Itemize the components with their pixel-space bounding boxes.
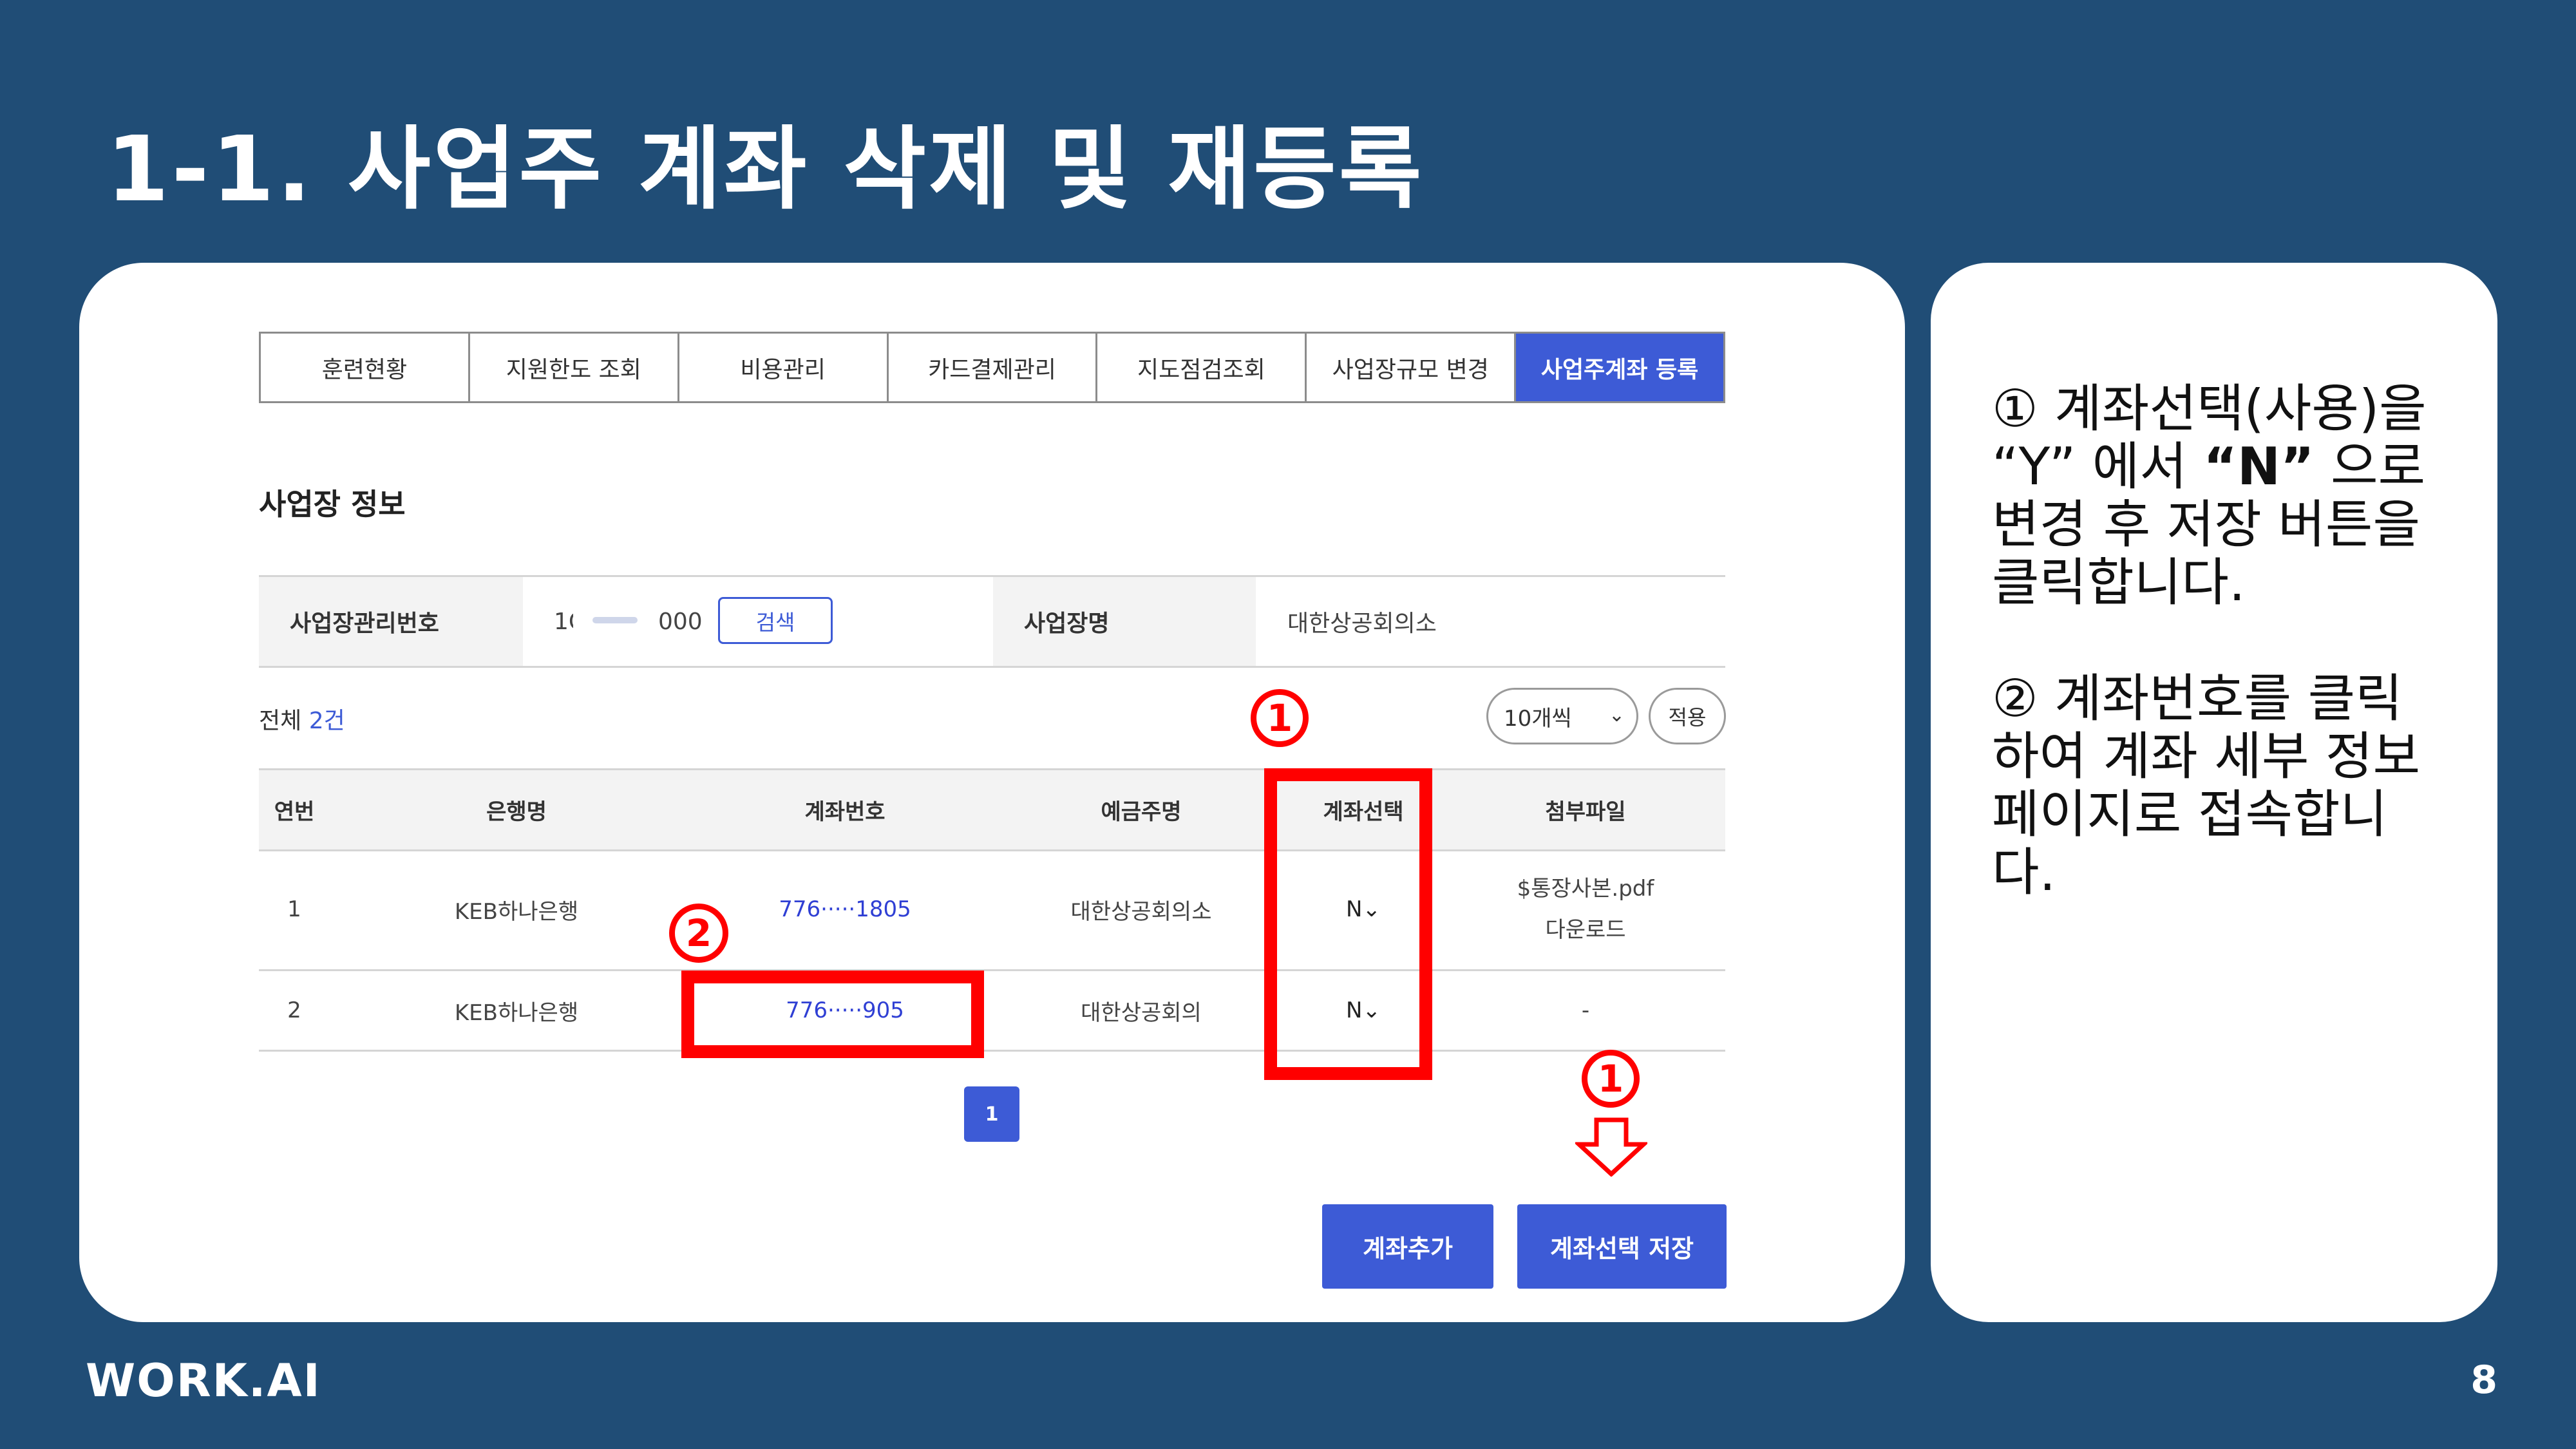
- highlight-account-number: [681, 971, 984, 1058]
- note2-line3: 페이지로 접속합니: [1992, 784, 2388, 844]
- download-link[interactable]: 다운로드: [1545, 909, 1625, 951]
- page-size-select[interactable]: 10개씩 ⌄: [1486, 688, 1638, 744]
- note1-line2a: “Y” 에서: [1992, 437, 2204, 497]
- note1-line1: ① 계좌선택(사용)을: [1992, 379, 2427, 439]
- attachment-file-name: $통장사본.pdf: [1517, 876, 1654, 902]
- header-holder: 예금주명: [1101, 799, 1182, 825]
- save-selection-button[interactable]: 계좌선택 저장: [1517, 1204, 1727, 1289]
- tab-employer-account[interactable]: 사업주계좌 등록: [1516, 334, 1724, 401]
- header-account: 계좌번호: [804, 799, 886, 825]
- account-number-link[interactable]: 776·····1805: [716, 849, 974, 969]
- page-size-value: 10개씩: [1504, 705, 1572, 732]
- brand-logo: WORK.AI: [86, 1354, 321, 1407]
- table-row: 1 KEB하나은행 776·····1805 대한상공회의소 N ⌄ $통장사본.…: [259, 849, 1725, 971]
- header-file: 첨부파일: [1545, 799, 1626, 825]
- row-bank: KEB하나은행: [454, 999, 579, 1026]
- note2-line2: 하여 계좌 세부 정보: [1992, 726, 2421, 786]
- tab-cost-management[interactable]: 비용관리: [679, 334, 889, 401]
- row-holder: 대한상공회의: [1081, 999, 1202, 1026]
- business-name-label: 사업장명: [993, 577, 1256, 666]
- tab-training-status[interactable]: 훈련현황: [261, 334, 470, 401]
- business-info-row: 사업장관리번호 1C 000 사업장명 대한상공회의소: [259, 575, 1725, 668]
- page-number: 8: [2470, 1358, 2497, 1403]
- apply-button[interactable]: 적용: [1649, 688, 1726, 744]
- note1-line4: 클릭합니다.: [1992, 553, 2246, 612]
- table-row: 2 KEB하나은행 776·····905 대한상공회의 N ⌄ -: [259, 971, 1725, 1052]
- row-no: 1: [287, 896, 301, 922]
- total-count: 전체 2건: [259, 702, 345, 735]
- header-no: 연번: [274, 799, 315, 825]
- note2-line1: ② 계좌번호를 클릭: [1992, 668, 2403, 728]
- search-button[interactable]: 검색: [718, 597, 833, 644]
- arrow-down-icon: [1575, 1117, 1647, 1177]
- marker-one: 1: [1251, 689, 1309, 747]
- note2-line4: 다.: [1992, 842, 2056, 902]
- note1-line2: “Y” 에서 “N” 으로: [1992, 438, 2468, 496]
- note1-line3: 변경 후 저장 버튼을: [1992, 495, 2421, 554]
- chevron-down-icon: ⌄: [1608, 704, 1625, 726]
- tab-support-limit[interactable]: 지원한도 조회: [469, 334, 679, 401]
- attachment-cell: $통장사본.pdf 다운로드: [1495, 849, 1676, 969]
- marker-one: 1: [1582, 1050, 1640, 1108]
- section-title: 사업장 정보: [259, 487, 406, 522]
- attachment-cell: -: [1581, 998, 1590, 1023]
- row-holder: 대한상공회의소: [1070, 898, 1212, 925]
- tab-bar: 훈련현황 지원한도 조회 비용관리 카드결제관리 지도점검조회 사업장규모 변경…: [259, 332, 1725, 403]
- row-no: 2: [287, 998, 301, 1023]
- note1-emphasis: “N”: [2203, 437, 2315, 497]
- redacted-number: [573, 611, 650, 630]
- total-prefix: 전체: [259, 708, 309, 734]
- marker-two: 2: [669, 904, 728, 963]
- slide-title: 1-1. 사업주 계좌 삭제 및 재등록: [106, 117, 1425, 222]
- pagination-page[interactable]: 1: [964, 1086, 1019, 1142]
- table-header: 연번 은행명 계좌번호 예금주명 계좌선택 첨부파일: [259, 768, 1725, 851]
- business-name-value: 대한상공회의소: [1287, 611, 1437, 637]
- tab-business-size[interactable]: 사업장규모 변경: [1307, 334, 1517, 401]
- header-bank: 은행명: [486, 799, 547, 825]
- tab-inspection[interactable]: 지도점검조회: [1097, 334, 1307, 401]
- highlight-select-column: [1264, 768, 1432, 1080]
- total-count-value: 2건: [308, 708, 345, 734]
- mgmt-no-suffix: 000: [658, 608, 703, 635]
- note1-line2c: 으로: [2314, 437, 2426, 497]
- explanation-text: ① 계좌선택(사용)을 “Y” 에서 “N” 으로 변경 후 저장 버튼을 클릭…: [1992, 380, 2468, 902]
- row-bank: KEB하나은행: [454, 898, 579, 925]
- mgmt-no-label: 사업장관리번호: [259, 577, 523, 666]
- add-account-button[interactable]: 계좌추가: [1322, 1204, 1493, 1289]
- tab-card-payment[interactable]: 카드결제관리: [888, 334, 1098, 401]
